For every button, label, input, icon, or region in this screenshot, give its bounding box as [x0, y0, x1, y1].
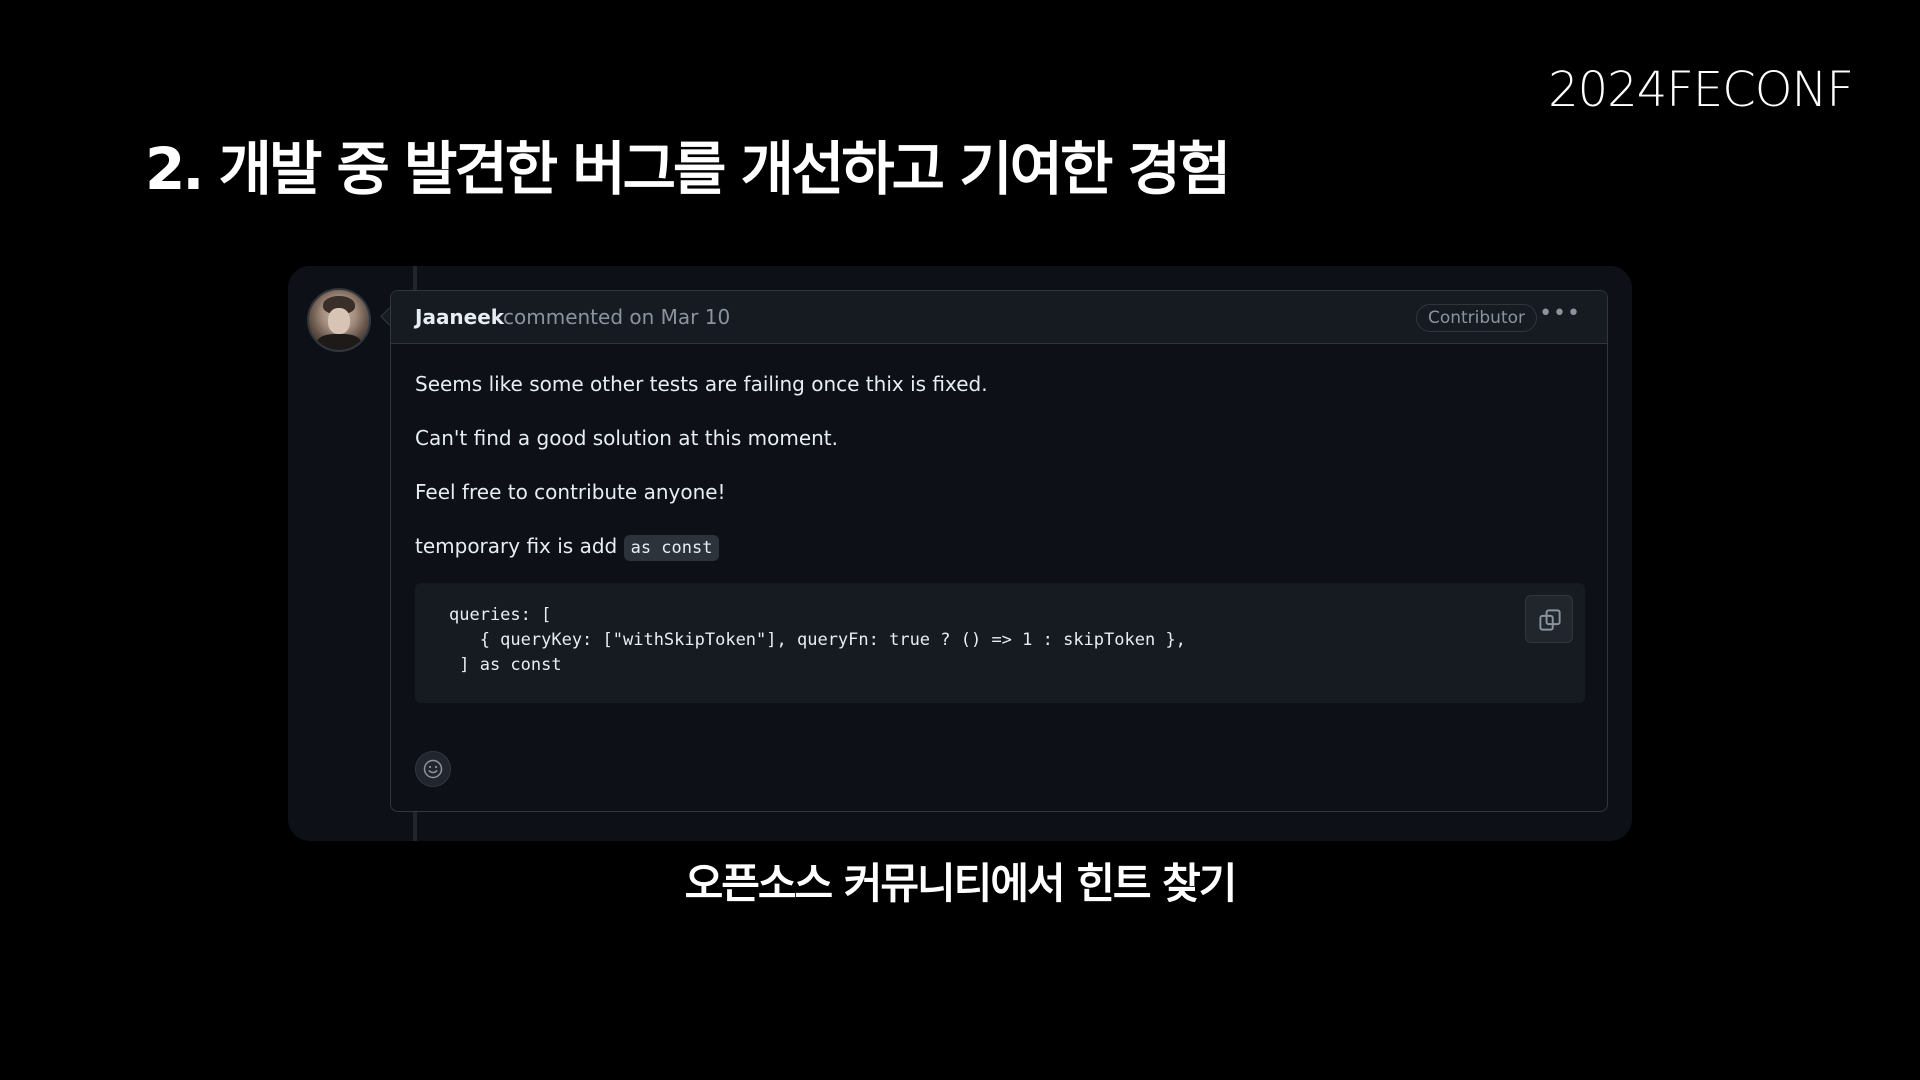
kebab-horizontal-icon[interactable]: •••	[1539, 303, 1581, 325]
inline-code: as const	[623, 535, 720, 561]
comment-paragraph: temporary fix is add as const	[415, 533, 1585, 561]
comment-timestamp[interactable]: commented on Mar 10	[503, 305, 730, 329]
comment-header: Jaaneek commented on Mar 10 Contributor …	[391, 291, 1607, 344]
comment-paragraph: Seems like some other tests are failing …	[415, 372, 988, 396]
comment-author[interactable]: Jaaneek	[415, 305, 504, 329]
code-block: queries: [ { queryKey: ["withSkipToken"]…	[415, 583, 1585, 703]
avatar[interactable]	[307, 288, 371, 352]
comment-paragraph: Feel free to contribute anyone!	[415, 480, 726, 504]
slide-caption: 오픈소스 커뮤니티에서 힌트 찾기	[684, 859, 1238, 908]
add-reaction-button[interactable]	[415, 751, 451, 787]
slide-title: 2. 개발 중 발견한 버그를 개선하고 기여한 경험	[145, 135, 1231, 203]
fix-text: temporary fix is add	[415, 534, 618, 558]
comment-body: Seems like some other tests are failing …	[415, 371, 1585, 589]
copy-button[interactable]	[1525, 595, 1573, 643]
comment-paragraph: Can't find a good solution at this momen…	[415, 426, 838, 450]
copy-icon	[1539, 609, 1561, 631]
comment-box: Jaaneek commented on Mar 10 Contributor …	[390, 290, 1608, 812]
smiley-icon	[423, 759, 443, 779]
contributor-badge: Contributor	[1415, 304, 1537, 332]
code-content: queries: [ { queryKey: ["withSkipToken"]…	[449, 605, 1186, 675]
brand-logo: 2024FECONF	[1548, 62, 1854, 118]
